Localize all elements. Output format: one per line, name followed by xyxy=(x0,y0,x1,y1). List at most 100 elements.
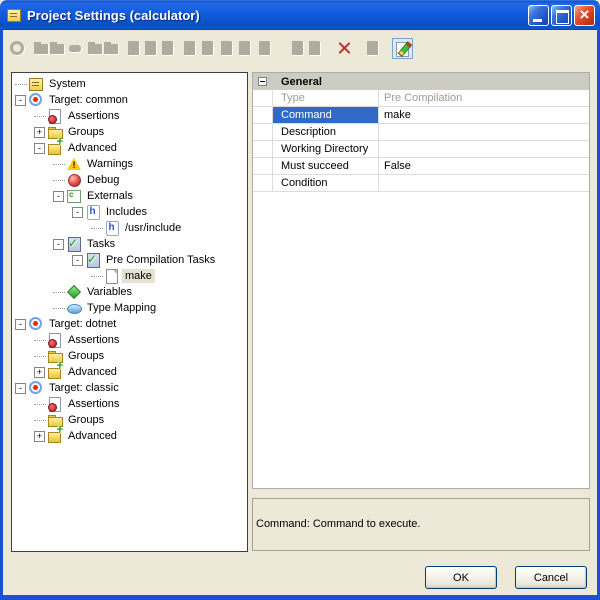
toolbar-add-item-5-button[interactable] xyxy=(200,40,217,57)
tree-item-target-dotnet[interactable]: -Target: dotnet xyxy=(12,316,247,332)
mini-icon xyxy=(69,40,86,57)
toolbar-add-item-3-button[interactable] xyxy=(160,40,177,57)
document-icon xyxy=(237,40,254,57)
tree-indent-slot xyxy=(89,220,104,236)
minimize-button[interactable] xyxy=(528,5,549,26)
tree-item-label: Assertions xyxy=(65,109,122,123)
tree-item-tasks[interactable]: -Tasks xyxy=(12,236,247,252)
tree-item-debug[interactable]: Debug xyxy=(12,172,247,188)
collapse-expander-icon[interactable]: - xyxy=(15,383,26,394)
toolbar-add-item-2-button[interactable] xyxy=(143,40,160,57)
tree-indent-slot xyxy=(13,76,28,92)
tree-item-assertions[interactable]: Assertions xyxy=(12,396,247,412)
circle-icon xyxy=(9,40,26,57)
window-controls xyxy=(528,5,595,26)
tree-connector-line xyxy=(34,420,46,421)
collapse-expander-icon[interactable]: - xyxy=(72,207,83,218)
tree-item-assertions[interactable]: Assertions xyxy=(12,332,247,348)
property-label-command[interactable]: Command xyxy=(273,107,379,123)
tree-item-type-mapping[interactable]: Type Mapping xyxy=(12,300,247,316)
toolbar-add-folder-1-button[interactable] xyxy=(33,40,50,57)
expand-expander-icon[interactable]: + xyxy=(34,431,45,442)
tree-item-warnings[interactable]: Warnings xyxy=(12,156,247,172)
toolbar-add-item-4-button[interactable] xyxy=(182,40,199,57)
target-icon xyxy=(28,380,44,396)
tree-item-advanced[interactable]: -Advanced xyxy=(12,140,247,156)
property-value-must-succeed[interactable]: False xyxy=(379,158,589,174)
tree-item-label: Advanced xyxy=(65,365,120,379)
tree-item-externals[interactable]: -Externals xyxy=(12,188,247,204)
tree-indent-slot xyxy=(32,412,47,428)
collapse-expander-icon[interactable]: - xyxy=(34,143,45,154)
tree-item-target-classic[interactable]: -Target: classic xyxy=(12,380,247,396)
document-icon xyxy=(257,40,274,57)
toolbar-paste-button[interactable] xyxy=(307,40,324,57)
property-row-description: Description xyxy=(253,124,589,141)
toolbar-add-item-7-button[interactable] xyxy=(237,40,254,57)
variables-icon xyxy=(66,284,82,300)
tree-connector-line xyxy=(34,340,46,341)
toolbar-add-variable-button[interactable] xyxy=(69,40,86,57)
collapse-expander-icon[interactable]: - xyxy=(15,95,26,106)
tree-indent-slot: - xyxy=(13,380,28,396)
tree-item-pre-compilation-tasks[interactable]: -Pre Compilation Tasks xyxy=(12,252,247,268)
tree-indent-slot xyxy=(32,332,47,348)
tree-item-groups[interactable]: Groups xyxy=(12,348,247,364)
property-value-command[interactable]: make xyxy=(379,107,589,123)
property-label-description[interactable]: Description xyxy=(273,124,379,140)
property-category-header: General xyxy=(253,73,589,90)
expand-expander-icon[interactable]: + xyxy=(34,367,45,378)
property-row-margin xyxy=(253,124,273,140)
folder-icon xyxy=(49,40,66,57)
cancel-button[interactable]: Cancel xyxy=(515,566,587,589)
toolbar-copy-button[interactable] xyxy=(290,40,307,57)
tree-indent-slot xyxy=(89,268,104,284)
collapse-category-icon[interactable] xyxy=(258,77,267,86)
tree-item-usr-include[interactable]: /usr/include xyxy=(12,220,247,236)
tree-indent-slot xyxy=(32,348,47,364)
property-row-margin xyxy=(253,141,273,157)
toolbar-import-button[interactable] xyxy=(365,40,382,57)
toolbar-delete-button[interactable] xyxy=(336,40,353,57)
toolbar-edit-button[interactable] xyxy=(392,38,413,59)
tree-item-label: Groups xyxy=(65,125,107,139)
tree-item-groups[interactable]: Groups xyxy=(12,412,247,428)
tree-item-assertions[interactable]: Assertions xyxy=(12,108,247,124)
tree-item-make[interactable]: make xyxy=(12,268,247,284)
tree-item-groups[interactable]: + Groups xyxy=(12,124,247,140)
toolbar-new-item-button[interactable] xyxy=(9,40,26,57)
tree-item-target-common[interactable]: -Target: common xyxy=(12,92,247,108)
folder-icon xyxy=(103,40,120,57)
property-label-working-directory[interactable]: Working Directory xyxy=(273,141,379,157)
toolbar-add-item-6-button[interactable] xyxy=(219,40,236,57)
property-value-type[interactable]: Pre Compilation xyxy=(379,90,589,106)
close-button[interactable] xyxy=(574,5,595,26)
maximize-button[interactable] xyxy=(551,5,572,26)
property-label-condition[interactable]: Condition xyxy=(273,175,379,191)
property-label-must-succeed[interactable]: Must succeed xyxy=(273,158,379,174)
property-grid: General TypePre CompilationCommandmakeDe… xyxy=(252,72,590,489)
form-icon xyxy=(28,76,44,92)
collapse-expander-icon[interactable]: - xyxy=(72,255,83,266)
expand-expander-icon[interactable]: + xyxy=(34,127,45,138)
collapse-expander-icon[interactable]: - xyxy=(53,239,64,250)
tree-item-variables[interactable]: Variables xyxy=(12,284,247,300)
toolbar-add-folder-4-button[interactable] xyxy=(103,40,120,57)
toolbar-add-item-8-button[interactable] xyxy=(257,40,274,57)
property-value-condition[interactable] xyxy=(379,175,589,191)
collapse-expander-icon[interactable]: - xyxy=(15,319,26,330)
tree-item-advanced[interactable]: + Advanced xyxy=(12,364,247,380)
ok-button[interactable]: OK xyxy=(425,566,497,589)
property-value-working-directory[interactable] xyxy=(379,141,589,157)
property-value-description[interactable] xyxy=(379,124,589,140)
toolbar-add-folder-2-button[interactable] xyxy=(49,40,66,57)
tree-indent-slot: + xyxy=(32,364,47,380)
settings-tree: System-Target: commonAssertions+Groups-A… xyxy=(11,72,248,552)
property-label-type[interactable]: Type xyxy=(273,90,379,106)
collapse-expander-icon[interactable]: - xyxy=(53,191,64,202)
tree-item-system[interactable]: System xyxy=(12,76,247,92)
toolbar-add-item-1-button[interactable] xyxy=(126,40,143,57)
tree-item-advanced[interactable]: +Advanced xyxy=(12,428,247,444)
toolbar-add-folder-3-button[interactable] xyxy=(87,40,104,57)
tree-item-includes[interactable]: -Includes xyxy=(12,204,247,220)
